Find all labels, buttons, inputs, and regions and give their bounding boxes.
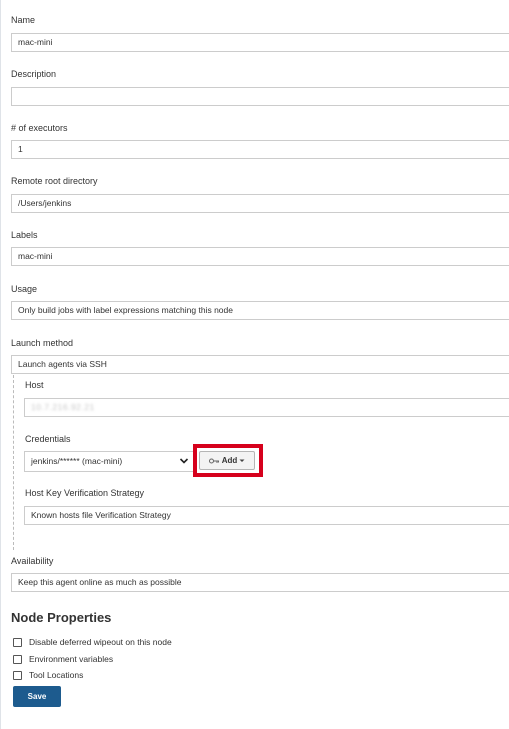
credentials-selected-value: jenkins/****** (mac-mini) (31, 456, 123, 466)
add-button-label: Add (221, 456, 238, 465)
name-input[interactable]: mac-mini (11, 33, 509, 52)
node-properties-heading: Node Properties (11, 610, 112, 625)
host-key-label: Host Key Verification Strategy (25, 488, 145, 498)
usage-select[interactable]: Only build jobs with label expressions m… (11, 301, 509, 320)
labels-label: Labels (11, 230, 38, 240)
launch-method-nesting-line (13, 375, 14, 550)
executors-label: # of executors (11, 123, 68, 133)
credentials-label: Credentials (25, 434, 71, 444)
environment-variables-row[interactable]: Environment variables (13, 654, 113, 664)
tool-locations-label: Tool Locations (29, 670, 84, 680)
environment-variables-label: Environment variables (29, 654, 114, 664)
page-left-border (0, 0, 1, 729)
availability-select[interactable]: Keep this agent online as much as possib… (11, 573, 509, 592)
executors-input[interactable]: 1 (11, 140, 509, 159)
name-label: Name (11, 15, 36, 25)
host-key-select[interactable]: Known hosts file Verification Strategy (24, 506, 509, 525)
host-input[interactable]: 10.7.216.92.21 (24, 398, 509, 417)
labels-input[interactable]: mac-mini (11, 247, 509, 266)
disable-wipeout-label: Disable deferred wipeout on this node (29, 637, 172, 647)
launch-method-select[interactable]: Launch agents via SSH (11, 355, 509, 374)
environment-variables-checkbox[interactable] (13, 654, 22, 664)
host-value-redacted: 10.7.216.92.21 (31, 402, 95, 412)
availability-label: Availability (11, 556, 54, 566)
remote-root-label: Remote root directory (11, 176, 98, 186)
description-label: Description (11, 69, 57, 79)
save-button[interactable]: Save (13, 686, 61, 707)
tool-locations-row[interactable]: Tool Locations (13, 670, 83, 680)
launch-method-label: Launch method (11, 338, 74, 348)
remote-root-input[interactable]: /Users/jenkins (11, 194, 509, 213)
caret-down-icon (239, 459, 245, 462)
tool-locations-checkbox[interactable] (13, 670, 22, 680)
description-input[interactable] (11, 87, 509, 106)
disable-wipeout-row[interactable]: Disable deferred wipeout on this node (13, 637, 172, 647)
usage-label: Usage (11, 284, 38, 294)
credentials-select[interactable]: jenkins/****** (mac-mini) (24, 451, 194, 472)
host-label: Host (25, 380, 44, 390)
add-credentials-button[interactable]: Add (199, 451, 255, 470)
disable-wipeout-checkbox[interactable] (13, 637, 22, 647)
key-icon (208, 458, 219, 463)
chevron-down-icon (179, 458, 189, 464)
